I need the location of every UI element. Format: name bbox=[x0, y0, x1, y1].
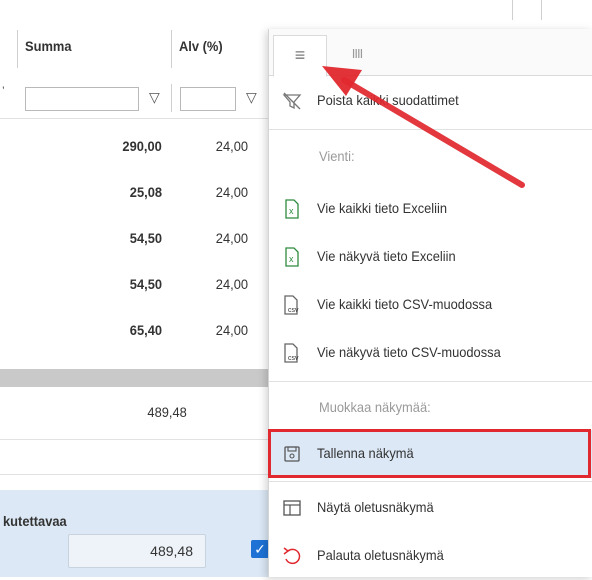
menu-item-export-all-excel[interactable]: x Vie kaikki tieto Exceliin bbox=[269, 185, 592, 233]
csv-file-icon: csv bbox=[281, 294, 303, 316]
column-menu: ≡ IIII Poista kaikki suodattimet Vienti:… bbox=[268, 29, 592, 577]
menu-item-label: Vie kaikki tieto CSV-muodossa bbox=[317, 296, 493, 312]
filter-clear-icon bbox=[281, 90, 303, 112]
menu-item-label: Vie näkyvä tieto Exceliin bbox=[317, 248, 456, 264]
tab-columns[interactable]: IIII bbox=[331, 35, 383, 75]
menu-item-label: Poista kaikki suodattimet bbox=[317, 92, 459, 108]
columns-icon: IIII bbox=[351, 46, 363, 61]
menu-item-label: Näytä oletusnäkymä bbox=[317, 499, 434, 515]
filter-icon[interactable]: ▽ bbox=[149, 89, 160, 106]
menu-item-restore-default-view[interactable]: Palauta oletusnäkymä bbox=[269, 532, 592, 580]
summa-cell: 54,50 bbox=[129, 230, 162, 246]
alv-cell: 24,00 bbox=[215, 322, 248, 338]
summa-cell: 54,50 bbox=[129, 276, 162, 292]
column-header-summa[interactable]: Summa bbox=[25, 38, 72, 54]
table-row[interactable]: 290,00 24,00 bbox=[0, 124, 268, 171]
menu-item-label: Palauta oletusnäkymä bbox=[317, 547, 444, 563]
table-row[interactable]: 65,40 24,00 bbox=[0, 308, 268, 355]
alv-cell: 24,00 bbox=[215, 276, 248, 292]
menu-item-export-visible-csv[interactable]: csv Vie näkyvä tieto CSV-muodossa bbox=[269, 329, 592, 377]
hamburger-icon: ≡ bbox=[294, 45, 306, 65]
summa-filter-input[interactable] bbox=[25, 87, 139, 111]
table-row[interactable]: 25,08 24,00 bbox=[0, 170, 268, 217]
undo-icon bbox=[281, 545, 303, 567]
summa-cell: 25,08 bbox=[129, 184, 162, 200]
menu-item-export-visible-excel[interactable]: x Vie näkyvä tieto Exceliin bbox=[269, 233, 592, 281]
table-row[interactable]: 54,50 24,00 bbox=[0, 216, 268, 263]
summary-checkbox[interactable]: ✓ bbox=[251, 540, 269, 558]
section-heading: Muokkaa näkymää: bbox=[319, 399, 431, 415]
menu-item-label: Vie kaikki tieto Exceliin bbox=[317, 200, 448, 216]
table-row[interactable]: 54,50 24,00 bbox=[0, 262, 268, 309]
alv-cell: 24,00 bbox=[215, 230, 248, 246]
excel-file-icon: x bbox=[281, 246, 303, 268]
svg-text:csv: csv bbox=[288, 355, 299, 362]
summary-label: kutettavaa bbox=[3, 513, 67, 529]
svg-text:csv: csv bbox=[288, 307, 299, 314]
svg-text:x: x bbox=[289, 254, 294, 264]
total-value: 489,48 bbox=[147, 404, 187, 420]
highlight-box bbox=[268, 429, 591, 478]
summary-value-field[interactable]: 489,48 bbox=[68, 534, 206, 568]
edit-view-heading: Muokkaa näkymää: bbox=[269, 384, 592, 432]
summa-cell: 65,40 bbox=[129, 322, 162, 338]
menu-item-label: Vie näkyvä tieto CSV-muodossa bbox=[317, 344, 501, 360]
menu-tabs: ≡ IIII bbox=[269, 29, 592, 77]
group-separator bbox=[0, 369, 268, 387]
excel-file-icon: x bbox=[281, 198, 303, 220]
svg-text:x: x bbox=[289, 206, 294, 216]
column-header-alv[interactable]: Alv (%) bbox=[179, 38, 223, 54]
table-layout-icon bbox=[281, 497, 303, 519]
alv-cell: 24,00 bbox=[215, 184, 248, 200]
filter-icon[interactable]: ▽ bbox=[246, 89, 257, 106]
summa-cell: 290,00 bbox=[122, 138, 162, 154]
section-heading: Vienti: bbox=[319, 148, 355, 164]
menu-item-clear-filters[interactable]: Poista kaikki suodattimet bbox=[269, 77, 592, 125]
alv-cell: 24,00 bbox=[215, 138, 248, 154]
total-row: 489,48 bbox=[0, 387, 268, 440]
tab-menu[interactable]: ≡ bbox=[273, 35, 327, 77]
alv-filter-input[interactable] bbox=[180, 87, 236, 111]
menu-item-export-all-csv[interactable]: csv Vie kaikki tieto CSV-muodossa bbox=[269, 281, 592, 329]
menu-item-show-default-view[interactable]: Näytä oletusnäkymä bbox=[269, 484, 592, 532]
summary-value: 489,48 bbox=[150, 543, 193, 559]
csv-file-icon: csv bbox=[281, 342, 303, 364]
export-heading: Vienti: bbox=[269, 133, 592, 181]
